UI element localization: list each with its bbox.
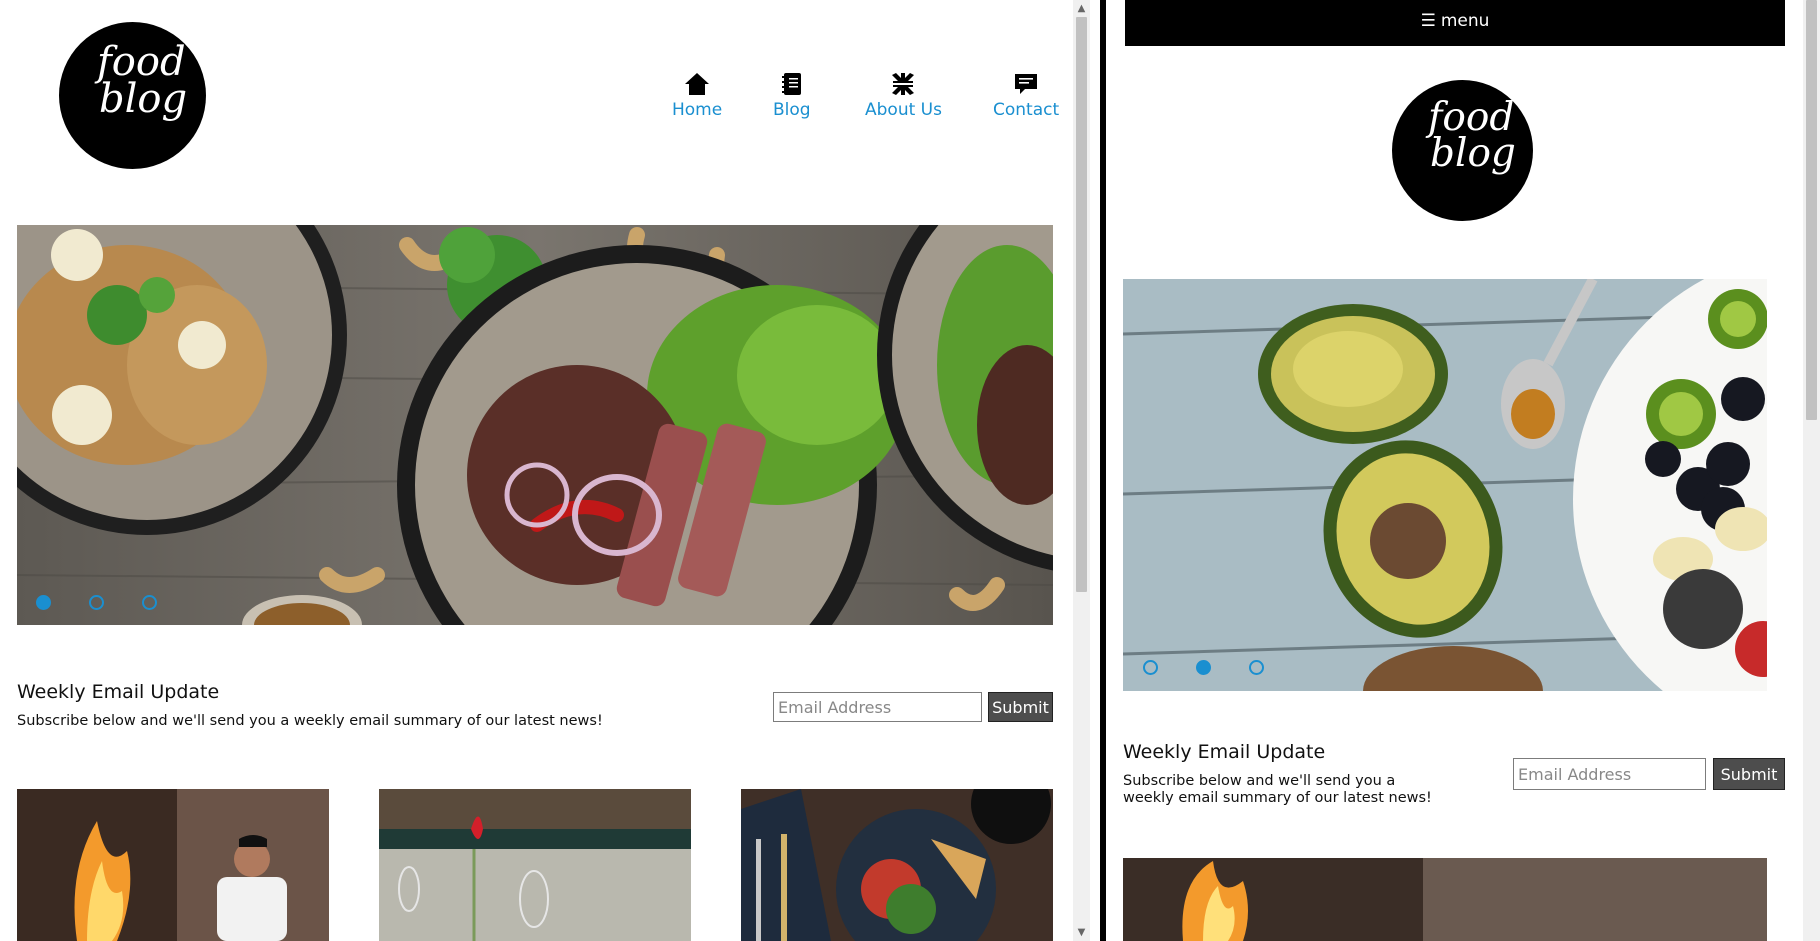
nav-blog-label: Blog xyxy=(773,100,811,120)
article-thumbnail[interactable] xyxy=(741,789,1053,941)
menu-bar[interactable]: ☰ menu xyxy=(1125,0,1785,46)
newsletter-subtitle: Subscribe below and we'll send you a wee… xyxy=(17,713,603,729)
desktop-viewport: food blog Home Blog About Us Contact Wee… xyxy=(0,0,1090,941)
email-field[interactable] xyxy=(773,692,982,722)
article-thumbnail[interactable] xyxy=(1123,858,1767,941)
newsletter-title: Weekly Email Update xyxy=(17,681,220,703)
mobile-viewport: ☰ menu food blog Weekly Email Update Sub… xyxy=(1106,0,1820,941)
logo-line2: blog xyxy=(99,75,188,122)
submit-button[interactable]: Submit xyxy=(988,692,1053,722)
nav-contact[interactable]: Contact xyxy=(993,70,1059,120)
desktop-scrollbar[interactable]: ▲ ▼ xyxy=(1073,0,1090,941)
hero-slideshow[interactable] xyxy=(17,225,1053,625)
logo-text: food blog xyxy=(97,42,188,122)
article-thumbnail[interactable] xyxy=(17,789,329,941)
pane-gap xyxy=(1090,0,1100,941)
chef-flambe-photo xyxy=(17,789,329,941)
slide-dot-1[interactable] xyxy=(36,595,51,610)
submit-button[interactable]: Submit xyxy=(1713,758,1785,790)
notebook-icon xyxy=(781,73,801,95)
chat-icon xyxy=(1015,74,1038,94)
slide-dot-3[interactable] xyxy=(1249,660,1264,675)
menu-label: menu xyxy=(1440,11,1490,31)
slide-dot-1[interactable] xyxy=(1143,660,1158,675)
newsletter-title: Weekly Email Update xyxy=(1123,741,1326,763)
mobile-scrollbar[interactable] xyxy=(1803,0,1820,941)
collapse-arrows-icon xyxy=(892,73,915,95)
logo-line2: blog xyxy=(1430,130,1516,176)
logo-text: food blog xyxy=(1428,98,1516,176)
hero-slideshow[interactable] xyxy=(1123,279,1767,691)
avocado-fruit-bowl-photo xyxy=(1123,279,1767,691)
newsletter-subtitle-line1: Subscribe below and we'll send you a xyxy=(1123,773,1396,789)
article-thumbnail[interactable] xyxy=(379,789,691,941)
nav-blog[interactable]: Blog xyxy=(773,70,811,120)
slideshow-dots xyxy=(36,595,157,610)
email-field[interactable] xyxy=(1513,758,1706,790)
newsletter-subtitle: Subscribe below and we'll send you a wee… xyxy=(1123,773,1432,807)
food-blog-logo[interactable]: food blog xyxy=(1392,80,1533,221)
nav-contact-label: Contact xyxy=(993,100,1060,120)
steak-salad-dishes-photo xyxy=(17,225,1053,625)
home-icon xyxy=(685,73,710,95)
dinner-table-rose-photo xyxy=(379,789,691,941)
newsletter-subtitle-line2: weekly email summary of our latest news! xyxy=(1123,790,1432,806)
scroll-up-arrow-icon[interactable]: ▲ xyxy=(1073,0,1090,17)
nav-about-label: About Us xyxy=(865,100,942,120)
nav-home-label: Home xyxy=(672,100,723,120)
slide-dot-3[interactable] xyxy=(142,595,157,610)
nav-about[interactable]: About Us xyxy=(865,70,942,120)
slide-dot-2[interactable] xyxy=(89,595,104,610)
chef-flambe-photo xyxy=(1123,858,1767,941)
hamburger-icon: ☰ xyxy=(1420,11,1436,31)
scroll-down-arrow-icon[interactable]: ▼ xyxy=(1073,924,1090,941)
slideshow-dots xyxy=(1143,660,1264,675)
nav-home[interactable]: Home xyxy=(672,70,722,120)
scroll-thumb[interactable] xyxy=(1076,17,1087,592)
slide-dot-2[interactable] xyxy=(1196,660,1211,675)
food-blog-logo[interactable]: food blog xyxy=(59,22,206,169)
scroll-thumb[interactable] xyxy=(1806,0,1817,420)
quiche-salad-plate-photo xyxy=(741,789,1053,941)
